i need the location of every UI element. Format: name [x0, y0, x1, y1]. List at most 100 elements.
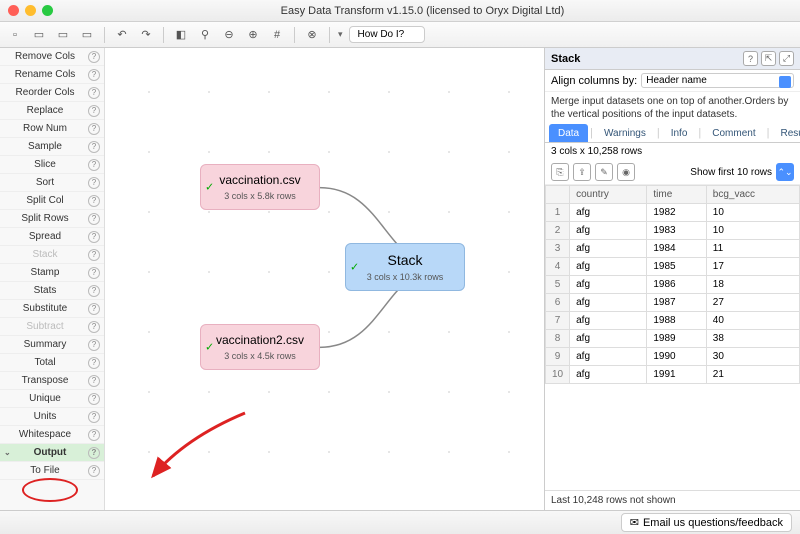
sidebar-item-stack: Stack? [0, 246, 104, 264]
help-icon[interactable]: ? [88, 393, 100, 405]
help-icon[interactable]: ? [88, 447, 100, 459]
grid-icon[interactable]: # [268, 26, 286, 44]
export-icon[interactable]: ⇪ [573, 163, 591, 181]
tab-info[interactable]: Info [662, 124, 697, 142]
sidebar-item-row-num[interactable]: Row Num? [0, 120, 104, 138]
help-icon[interactable]: ? [88, 429, 100, 441]
sidebar-item-split-rows[interactable]: Split Rows? [0, 210, 104, 228]
align-columns-select[interactable]: Header name [641, 73, 794, 88]
minimize-window-icon[interactable] [25, 5, 36, 16]
help-icon[interactable]: ? [88, 249, 100, 261]
help-icon[interactable]: ? [743, 51, 758, 66]
cancel-icon[interactable]: ⊗ [303, 26, 321, 44]
node-stack[interactable]: ✓ Stack 3 cols x 10.3k rows [345, 243, 465, 291]
close-window-icon[interactable] [8, 5, 19, 16]
zoom-out-icon[interactable]: ⊖ [220, 26, 238, 44]
col-header[interactable]: time [647, 186, 706, 204]
sidebar-item-summary[interactable]: Summary? [0, 336, 104, 354]
table-row[interactable]: 2afg198310 [546, 222, 800, 240]
sidebar-item-stats[interactable]: Stats? [0, 282, 104, 300]
help-icon[interactable]: ? [88, 177, 100, 189]
table-row[interactable]: 1afg198210 [546, 204, 800, 222]
sidebar-item-transpose[interactable]: Transpose? [0, 372, 104, 390]
help-icon[interactable]: ? [88, 285, 100, 297]
table-row[interactable]: 6afg198727 [546, 294, 800, 312]
help-icon[interactable]: ? [88, 267, 100, 279]
table-row[interactable]: 4afg198517 [546, 258, 800, 276]
email-feedback-button[interactable]: ✉ Email us questions/feedback [621, 513, 792, 532]
table-dims: 3 cols x 10,258 rows [545, 143, 800, 160]
help-icon[interactable]: ? [88, 51, 100, 63]
tab-results[interactable]: Results [771, 124, 800, 142]
tab-warnings[interactable]: Warnings [595, 124, 655, 142]
help-icon[interactable]: ? [88, 213, 100, 225]
table-row[interactable]: 3afg198411 [546, 240, 800, 258]
sidebar-item-unique[interactable]: Unique? [0, 390, 104, 408]
view-icon[interactable]: ◉ [617, 163, 635, 181]
zoom-window-icon[interactable] [42, 5, 53, 16]
save-as-icon[interactable]: ▭ [78, 26, 96, 44]
sidebar-item-whitespace[interactable]: Whitespace? [0, 426, 104, 444]
sidebar-item-spread[interactable]: Spread? [0, 228, 104, 246]
help-icon[interactable]: ? [88, 195, 100, 207]
select-icon[interactable]: ◧ [172, 26, 190, 44]
col-header[interactable]: bcg_vacc [706, 186, 799, 204]
help-icon[interactable]: ? [88, 123, 100, 135]
zoom-tool-icon[interactable]: ⚲ [196, 26, 214, 44]
tab-data[interactable]: Data [549, 124, 588, 142]
table-row[interactable]: 5afg198618 [546, 276, 800, 294]
node-vaccination2-csv[interactable]: ✓ vaccination2.csv 3 cols x 4.5k rows [200, 324, 320, 370]
sidebar-item-reorder-cols[interactable]: Reorder Cols? [0, 84, 104, 102]
zoom-in-icon[interactable]: ⊕ [244, 26, 262, 44]
sidebar-item-replace[interactable]: Replace? [0, 102, 104, 120]
expand-icon[interactable]: ⤢ [779, 51, 794, 66]
link-icon[interactable]: ⇱ [761, 51, 776, 66]
sidebar-item-substitute[interactable]: Substitute? [0, 300, 104, 318]
undo-icon[interactable]: ↶ [113, 26, 131, 44]
how-do-i-dropdown[interactable]: How Do I? [349, 26, 426, 43]
table-row[interactable]: 7afg198840 [546, 312, 800, 330]
help-icon[interactable]: ? [88, 69, 100, 81]
save-icon[interactable]: ▭ [54, 26, 72, 44]
sidebar-item-to-file[interactable]: To File? [0, 462, 104, 480]
redo-icon[interactable]: ↷ [137, 26, 155, 44]
table-row[interactable]: 8afg198938 [546, 330, 800, 348]
new-file-icon[interactable]: ▫ [6, 26, 24, 44]
table-row[interactable]: 9afg199030 [546, 348, 800, 366]
copy-icon[interactable]: ⎘ [551, 163, 569, 181]
edit-icon[interactable]: ✎ [595, 163, 613, 181]
sidebar-item-split-col[interactable]: Split Col? [0, 192, 104, 210]
help-icon[interactable]: ? [88, 339, 100, 351]
sidebar-output-header[interactable]: ⌄Output? [0, 444, 104, 462]
help-icon[interactable]: ? [88, 231, 100, 243]
sidebar-item-slice[interactable]: Slice? [0, 156, 104, 174]
col-header[interactable]: country [570, 186, 647, 204]
sidebar-item-total[interactable]: Total? [0, 354, 104, 372]
rows-dropdown[interactable]: ⌃⌄ [776, 163, 794, 181]
check-icon: ✓ [205, 181, 214, 194]
tab-comment[interactable]: Comment [703, 124, 764, 142]
col-header[interactable] [546, 186, 570, 204]
help-icon[interactable]: ? [88, 105, 100, 117]
help-icon[interactable]: ? [88, 411, 100, 423]
toolbar: ▫ ▭ ▭ ▭ ↶ ↷ ◧ ⚲ ⊖ ⊕ # ⊗ ▾ How Do I? [0, 22, 800, 48]
sidebar-item-remove-cols[interactable]: Remove Cols? [0, 48, 104, 66]
help-icon[interactable]: ? [88, 159, 100, 171]
help-icon[interactable]: ? [88, 465, 100, 477]
canvas[interactable]: ✓ vaccination.csv 3 cols x 5.8k rows ✓ v… [105, 48, 544, 510]
help-icon[interactable]: ? [88, 357, 100, 369]
sidebar-item-stamp[interactable]: Stamp? [0, 264, 104, 282]
help-icon[interactable]: ? [88, 303, 100, 315]
sidebar-item-rename-cols[interactable]: Rename Cols? [0, 66, 104, 84]
help-icon[interactable]: ? [88, 321, 100, 333]
help-icon[interactable]: ? [88, 375, 100, 387]
panel-tabs: Data|Warnings|Info|Comment|Results [545, 124, 800, 143]
help-icon[interactable]: ? [88, 87, 100, 99]
sidebar-item-sort[interactable]: Sort? [0, 174, 104, 192]
open-folder-icon[interactable]: ▭ [30, 26, 48, 44]
table-row[interactable]: 10afg199121 [546, 366, 800, 384]
sidebar-item-units[interactable]: Units? [0, 408, 104, 426]
help-icon[interactable]: ? [88, 141, 100, 153]
sidebar-item-sample[interactable]: Sample? [0, 138, 104, 156]
node-vaccination-csv[interactable]: ✓ vaccination.csv 3 cols x 5.8k rows [200, 164, 320, 210]
